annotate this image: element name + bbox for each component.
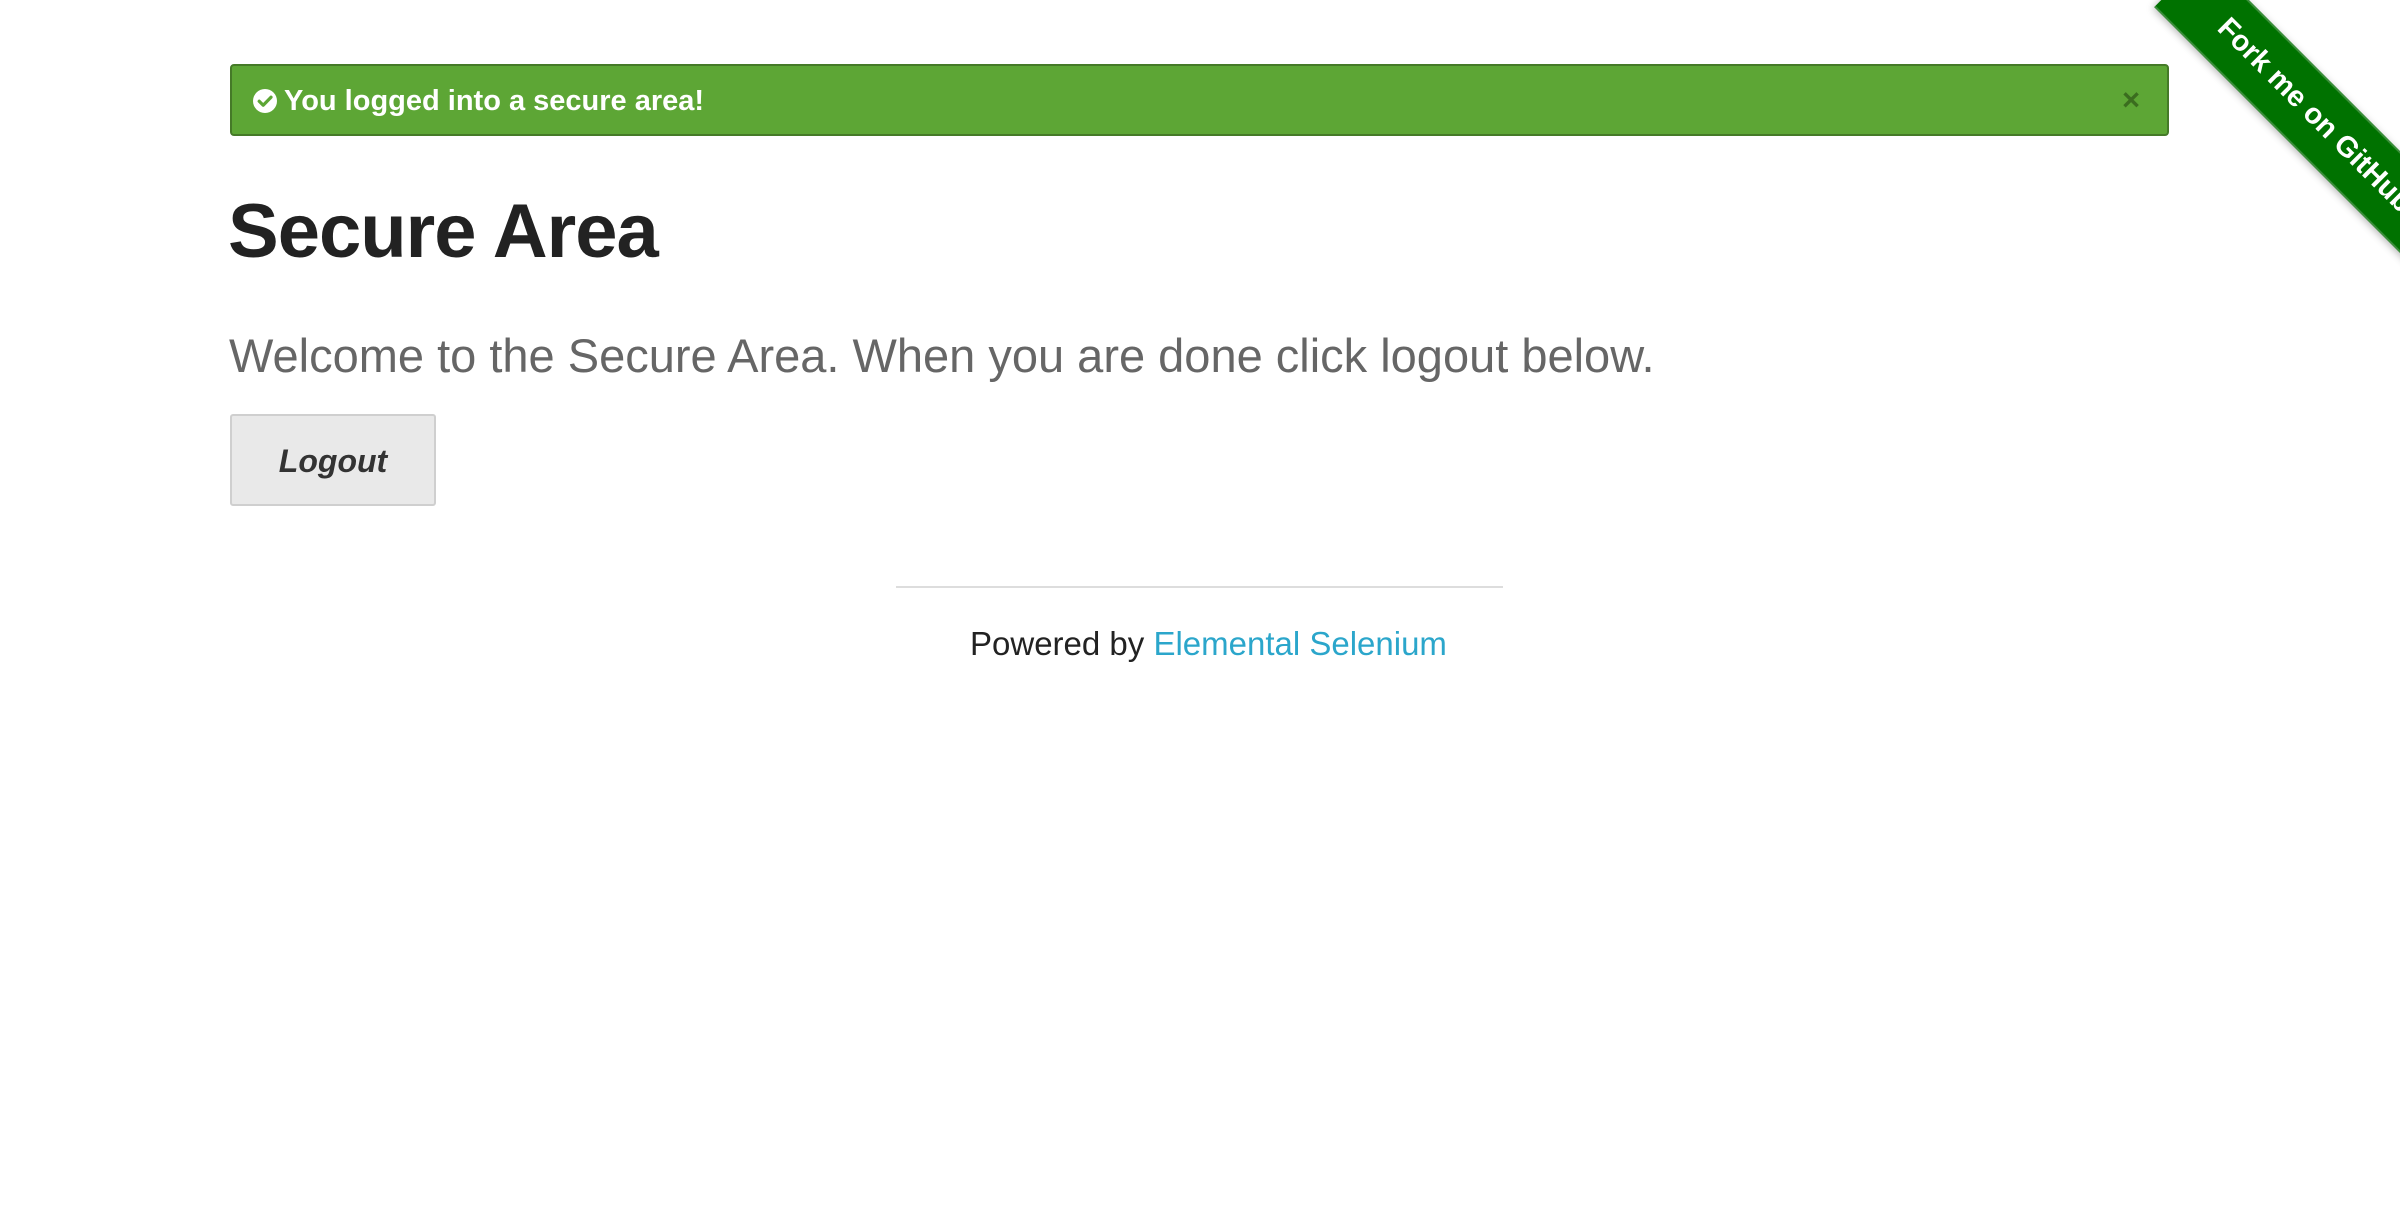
check-circle-icon [253, 89, 277, 113]
flash-message-text: You logged into a secure area! [284, 85, 705, 117]
fork-me-on-github-ribbon[interactable]: Fork me on GitHub [2154, 0, 2400, 276]
footer-prefix: Powered by [970, 625, 1154, 662]
welcome-subheader: Welcome to the Secure Area. When you are… [229, 329, 1655, 382]
footer: Powered by Elemental Selenium [970, 622, 1447, 666]
page-title: Secure Area [228, 189, 659, 274]
github-ribbon-corner: Fork me on GitHub [2100, 0, 2400, 300]
elemental-selenium-link[interactable]: Elemental Selenium [1153, 625, 1447, 662]
logout-button[interactable]: Logout [230, 414, 436, 506]
secure-area-page: You logged into a secure area! × Secure … [0, 0, 2400, 1224]
footer-divider [896, 586, 1503, 588]
success-flash-message: You logged into a secure area! × [230, 64, 2169, 136]
